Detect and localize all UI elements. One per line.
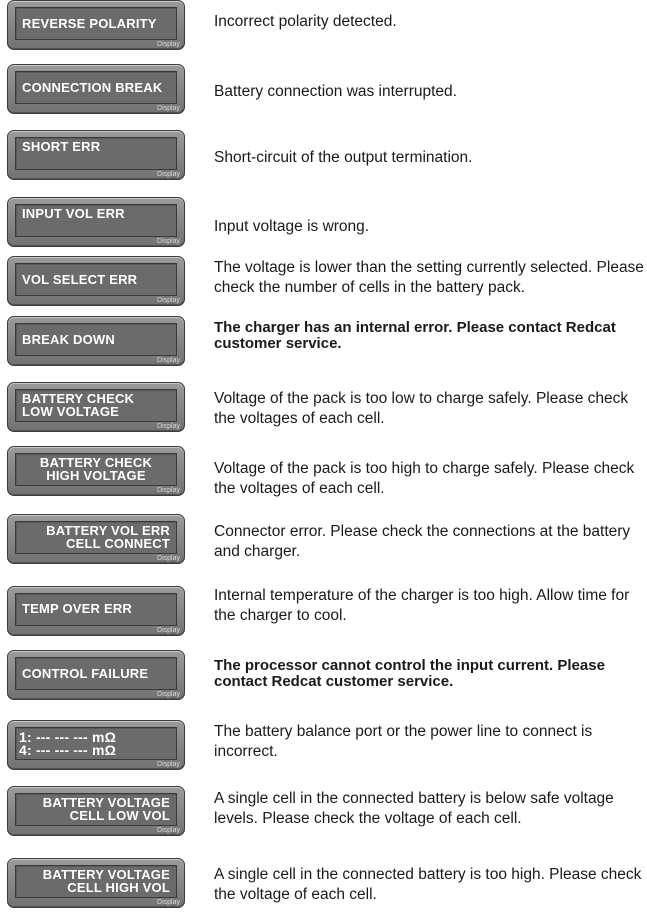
display-caption: Display <box>157 761 180 768</box>
lcd-display: REVERSE POLARITY Display <box>7 0 185 50</box>
lcd-text-line-2: CELL HIGH VOL <box>67 880 170 895</box>
lcd-text: TEMP OVER ERR <box>22 601 132 616</box>
lcd-display: CONTROL FAILURE Display <box>7 650 185 700</box>
lcd-screen: BATTERY CHECK HIGH VOLTAGE <box>15 453 177 486</box>
display-caption: Display <box>157 297 180 304</box>
lcd-display: SHORT ERR Display <box>7 130 185 180</box>
display-caption: Display <box>157 487 180 494</box>
lcd-text: REVERSE POLARITY <box>22 16 157 31</box>
lcd-screen: BREAK DOWN <box>15 323 177 356</box>
lcd-screen: BATTERY VOLTAGE CELL LOW VOL <box>15 793 177 826</box>
error-description: Internal temperature of the charger is t… <box>214 587 630 624</box>
lcd-screen: SHORT ERR <box>15 137 177 170</box>
lcd-display: BREAK DOWN Display <box>7 316 185 366</box>
lcd-screen: CONNECTION BREAK <box>15 71 177 104</box>
display-caption: Display <box>157 171 180 178</box>
display-caption: Display <box>157 827 180 834</box>
lcd-display: 1: --- --- --- mΩ 4: --- --- --- mΩ Disp… <box>7 720 185 770</box>
error-description: Connector error. Please check the connec… <box>214 523 631 560</box>
lcd-display: TEMP OVER ERR Display <box>7 586 185 636</box>
error-description: The charger has an internal error. Pleas… <box>214 319 616 352</box>
display-caption: Display <box>157 423 180 430</box>
lcd-screen: BATTERY VOL ERR CELL CONNECT <box>15 521 177 554</box>
lcd-text-line-2: LOW VOLTAGE <box>22 404 120 419</box>
lcd-screen: INPUT VOL ERR <box>15 204 177 237</box>
display-caption: Display <box>157 555 180 562</box>
error-description: Battery connection was interrupted. <box>214 83 457 100</box>
display-caption: Display <box>157 105 180 112</box>
lcd-text-line-2: CELL LOW VOL <box>69 808 170 823</box>
lcd-text-line-2: HIGH VOLTAGE <box>46 468 146 483</box>
lcd-screen: REVERSE POLARITY <box>15 7 177 40</box>
lcd-text: SHORT ERR <box>22 139 101 154</box>
display-caption: Display <box>157 627 180 634</box>
error-description: The voltage is lower than the setting cu… <box>214 259 644 296</box>
display-caption: Display <box>157 238 180 245</box>
display-caption: Display <box>157 357 180 364</box>
display-caption: Display <box>157 691 180 698</box>
lcd-display: INPUT VOL ERR Display <box>7 197 185 247</box>
lcd-display: BATTERY VOLTAGE CELL LOW VOL Display <box>7 786 185 836</box>
lcd-text-line-2: 4: --- --- --- mΩ <box>19 742 117 758</box>
lcd-screen: BATTERY CHECK LOW VOLTAGE <box>15 389 177 422</box>
lcd-screen: TEMP OVER ERR <box>15 593 177 626</box>
error-description: A single cell in the connected battery i… <box>214 790 614 827</box>
lcd-display: BATTERY VOL ERR CELL CONNECT Display <box>7 514 185 564</box>
lcd-display: BATTERY CHECK HIGH VOLTAGE Display <box>7 446 185 496</box>
error-description: Short-circuit of the output termination. <box>214 149 473 166</box>
error-description: Incorrect polarity detected. <box>214 13 397 30</box>
error-description: A single cell in the connected battery i… <box>214 866 642 903</box>
error-description: Voltage of the pack is too high to charg… <box>214 460 635 497</box>
lcd-text: CONNECTION BREAK <box>22 80 163 95</box>
lcd-display: BATTERY CHECK LOW VOLTAGE Display <box>7 382 185 432</box>
error-description: Voltage of the pack is too low to charge… <box>214 390 629 427</box>
error-description: The battery balance port or the power li… <box>214 723 593 760</box>
error-description: Input voltage is wrong. <box>214 218 370 235</box>
lcd-display: BATTERY VOLTAGE CELL HIGH VOL Display <box>7 858 185 908</box>
lcd-text-line-2: CELL CONNECT <box>66 536 170 551</box>
lcd-text: VOL SELECT ERR <box>22 272 138 287</box>
lcd-screen: CONTROL FAILURE <box>15 657 177 690</box>
lcd-display: VOL SELECT ERR Display <box>7 256 185 306</box>
lcd-text: BREAK DOWN <box>22 332 115 347</box>
lcd-text: INPUT VOL ERR <box>22 206 125 221</box>
lcd-screen: BATTERY VOLTAGE CELL HIGH VOL <box>15 865 177 898</box>
lcd-screen: VOL SELECT ERR <box>15 263 177 296</box>
lcd-display: CONNECTION BREAK Display <box>7 64 185 114</box>
lcd-text: CONTROL FAILURE <box>22 666 149 681</box>
display-caption: Display <box>157 41 180 48</box>
display-caption: Display <box>157 899 180 906</box>
lcd-screen: 1: --- --- --- mΩ 4: --- --- --- mΩ <box>15 727 177 760</box>
error-description: The processor cannot control the input c… <box>214 657 605 690</box>
